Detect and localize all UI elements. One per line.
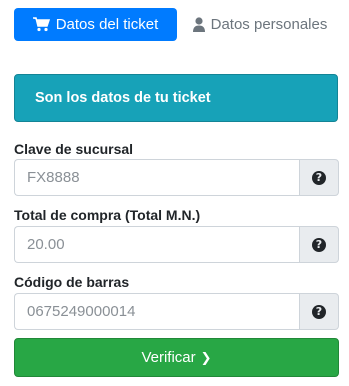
barcode-group: ? <box>14 293 339 330</box>
purchase-total-help[interactable]: ? <box>299 226 339 263</box>
verify-button[interactable]: Verificar ❯ <box>14 338 339 377</box>
barcode-input[interactable] <box>14 293 299 330</box>
tab-personal-data[interactable]: Datos personales <box>185 8 335 41</box>
tab-ticket-data-label: Datos del ticket <box>55 16 159 33</box>
branch-code-label: Clave de sucursal <box>14 141 134 157</box>
tab-ticket-data[interactable]: Datos del ticket <box>14 8 177 41</box>
verify-button-label: Verificar <box>141 349 196 366</box>
question-circle-icon: ? <box>312 237 326 252</box>
purchase-total-input[interactable] <box>14 226 299 263</box>
ticket-tabs: Datos del ticket Datos personales <box>0 0 349 46</box>
info-banner: Son los datos de tu ticket <box>14 74 338 122</box>
question-circle-icon: ? <box>312 304 326 319</box>
tab-personal-data-label: Datos personales <box>210 16 328 33</box>
branch-code-help[interactable]: ? <box>299 159 339 196</box>
user-icon <box>192 17 205 32</box>
question-circle-icon: ? <box>312 170 326 185</box>
branch-code-input[interactable] <box>14 159 299 196</box>
purchase-total-label: Total de compra (Total M.N.) <box>14 207 201 223</box>
info-banner-text: Son los datos de tu ticket <box>35 90 211 106</box>
barcode-label: Código de barras <box>14 274 130 290</box>
barcode-help[interactable]: ? <box>299 293 339 330</box>
branch-code-group: ? <box>14 159 339 196</box>
chevron-right-icon: ❯ <box>200 349 212 365</box>
purchase-total-group: ? <box>14 226 339 263</box>
shopping-cart-icon <box>32 17 50 32</box>
